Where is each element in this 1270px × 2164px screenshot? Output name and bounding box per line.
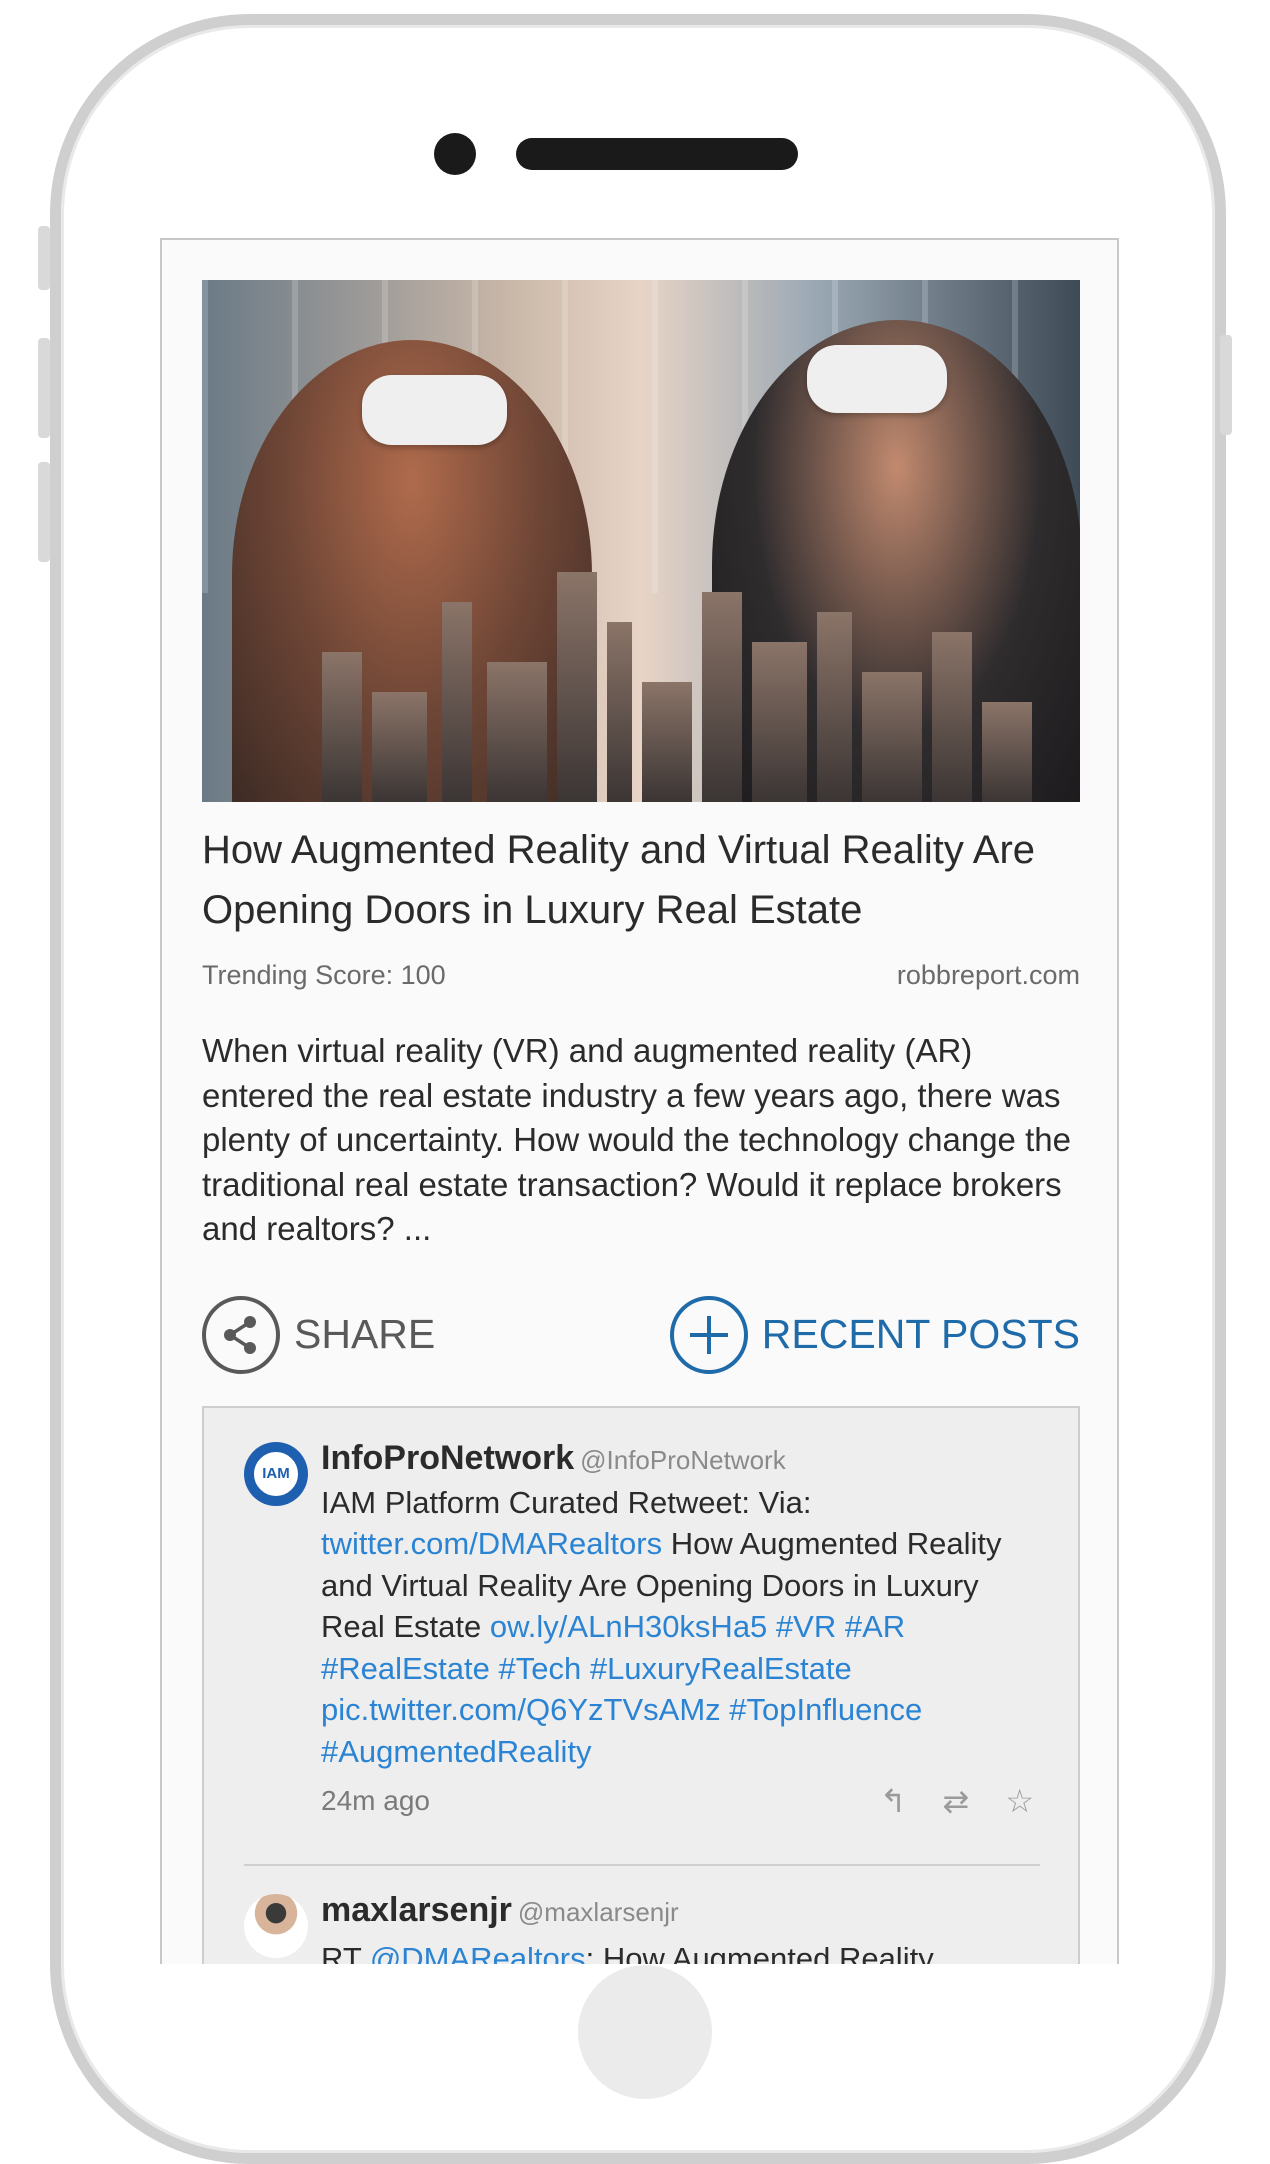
article-meta: Trending Score: 100 robbreport.com xyxy=(202,960,1080,991)
tweet-author-handle[interactable]: @maxlarsenjr xyxy=(518,1897,679,1927)
avatar-text: IAM xyxy=(251,1448,301,1499)
share-icon xyxy=(202,1295,280,1374)
volume-up-button xyxy=(38,338,50,438)
vr-headset-left xyxy=(362,375,507,445)
tweet-header: maxlarsenjr @maxlarsenjr xyxy=(321,1888,1040,1934)
article-card: How Augmented Reality and Virtual Realit… xyxy=(202,280,1080,1964)
home-button[interactable] xyxy=(578,1965,712,2099)
mute-switch xyxy=(38,226,50,290)
earpiece-speaker xyxy=(516,138,798,170)
retweet-icon[interactable]: ⇄ xyxy=(943,1782,970,1820)
plus-circle-icon xyxy=(669,1295,748,1374)
tweet-text: RT @DMARealtors: How Augmented Reality xyxy=(321,1938,1040,1965)
tweet-text-part: IAM Platform Curated Retweet: Via: xyxy=(321,1484,812,1520)
tweet-text: IAM Platform Curated Retweet: Via: twitt… xyxy=(321,1482,1040,1773)
share-button[interactable]: SHARE xyxy=(202,1295,436,1374)
tweet-footer: 24m ago ↰ ⇄ ☆ xyxy=(321,1782,1040,1820)
app-screen: How Augmented Reality and Virtual Realit… xyxy=(160,238,1119,1964)
tweet-text-part: RT xyxy=(321,1940,370,1965)
tweet-item: IAM InfoProNetwork @InfoProNetwork IAM Pl… xyxy=(244,1436,1040,1821)
miniature-city-skyline xyxy=(202,562,1080,802)
trending-score: Trending Score: 100 xyxy=(202,960,446,990)
tweet-author-name[interactable]: InfoProNetwork xyxy=(321,1439,574,1477)
recent-posts-label: RECENT POSTS xyxy=(761,1311,1080,1357)
reply-icon[interactable]: ↰ xyxy=(880,1782,907,1820)
volume-down-button xyxy=(38,462,50,562)
power-button xyxy=(1220,335,1232,435)
tweet-author-handle[interactable]: @InfoProNetwork xyxy=(580,1445,786,1475)
share-label: SHARE xyxy=(294,1311,436,1357)
tweet-item: maxlarsenjr @maxlarsenjr RT @DMARealtors:… xyxy=(244,1888,1040,1965)
tweet-divider xyxy=(244,1863,1040,1866)
article-excerpt: When virtual reality (VR) and augmented … xyxy=(202,1032,1071,1247)
article-actions: SHARE RECENT POSTS xyxy=(202,1288,1080,1382)
tweet-timestamp[interactable]: 24m ago xyxy=(321,1785,430,1817)
article-hero-image[interactable] xyxy=(202,280,1080,802)
avatar[interactable] xyxy=(244,1893,308,1958)
recent-posts-button[interactable]: RECENT POSTS xyxy=(669,1295,1080,1374)
tweet-text-part: : How Augmented Reality xyxy=(585,1940,934,1965)
twitter-feed[interactable]: IAM InfoProNetwork @InfoProNetwork IAM Pl… xyxy=(202,1405,1080,1965)
tweet-author-name[interactable]: maxlarsenjr xyxy=(321,1891,512,1929)
article-headline[interactable]: How Augmented Reality and Virtual Realit… xyxy=(202,820,1080,940)
avatar[interactable]: IAM xyxy=(244,1441,308,1506)
star-icon[interactable]: ☆ xyxy=(1005,1782,1034,1820)
tweet-link[interactable]: @DMARealtors xyxy=(370,1941,586,1965)
tweet-body: InfoProNetwork @InfoProNetwork IAM Platfo… xyxy=(321,1436,1040,1821)
tweet-link[interactable]: twitter.com/DMARealtors xyxy=(321,1526,662,1561)
front-camera xyxy=(434,133,476,175)
article-source[interactable]: robbreport.com xyxy=(897,960,1080,991)
tweet-body: maxlarsenjr @maxlarsenjr RT @DMARealtors:… xyxy=(321,1888,1040,1965)
vr-headset-right xyxy=(807,345,947,413)
tweet-header: InfoProNetwork @InfoProNetwork xyxy=(321,1436,1040,1482)
tweet-actions: ↰ ⇄ ☆ xyxy=(880,1782,1034,1820)
